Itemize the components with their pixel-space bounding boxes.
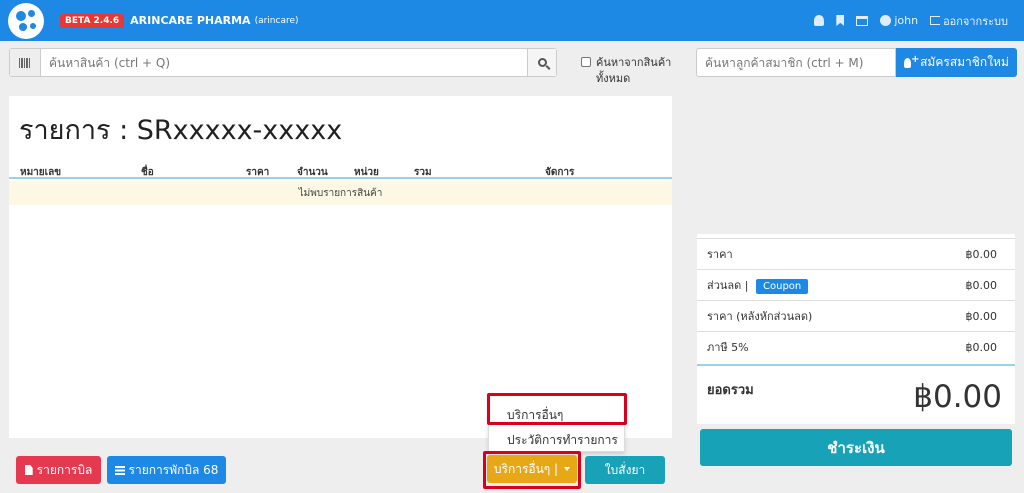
total-divider — [697, 364, 1015, 366]
user-menu[interactable]: john — [880, 14, 918, 27]
barcode-addon[interactable] — [10, 49, 41, 76]
prescription-label: ใบสั่งยา — [604, 462, 646, 477]
held-bills-label: รายการพักบิล 68 — [128, 462, 219, 477]
page-title: รายการ : SRxxxxx-xxxxx — [19, 115, 343, 146]
product-search-input[interactable] — [41, 49, 527, 76]
search-all-label: ค้นหาจากสินค้าทั้งหมด — [596, 56, 672, 85]
summary-value-net-price: ฿0.00 — [965, 309, 998, 323]
column-header-name: ชื่อ — [141, 167, 154, 178]
register-member-button[interactable]: สมัครสมาชิกใหม่ — [896, 48, 1017, 77]
column-header-total: รวม — [414, 167, 432, 178]
summary-label-vat: ภาษี 5% — [707, 341, 749, 354]
user-circle-icon — [880, 15, 892, 26]
search-button[interactable] — [527, 49, 556, 76]
grand-total-value: ฿0.00 — [913, 379, 1002, 415]
window-icon[interactable] — [856, 15, 869, 26]
logout-label: ออกจากระบบ — [943, 14, 1008, 28]
summary-label-net-price: ราคา (หลังหักส่วนลด) — [707, 310, 813, 323]
brand-name[interactable]: ARINCARE PHARMA — [130, 14, 250, 27]
empty-table-message: ไม่พบรายการสินค้า — [9, 181, 672, 205]
highlight-box-services-button — [483, 451, 581, 489]
bookmark-icon[interactable] — [836, 15, 845, 26]
summary-panel: ราคา ฿0.00 ส่วนลด | Coupon ฿0.00 ราคา (ห… — [697, 234, 1015, 424]
summary-row-vat: ภาษี 5% ฿0.00 — [697, 331, 1015, 362]
user-plus-icon — [904, 54, 919, 68]
pay-button[interactable]: ชำระเงิน — [700, 429, 1012, 466]
summary-row-price: ราคา ฿0.00 — [697, 238, 1015, 269]
summary-value-discount: ฿0.00 — [965, 278, 998, 292]
summary-row-discount: ส่วนลด | Coupon ฿0.00 — [697, 269, 1015, 300]
column-header-number: หมายเลข — [20, 167, 62, 178]
prescription-button[interactable]: ใบสั่งยา — [585, 456, 665, 484]
highlight-box-dropdown-item — [487, 393, 627, 425]
order-panel: รายการ : SRxxxxx-xxxxx หมายเลข ชื่อ ราคา… — [9, 96, 672, 438]
search-all-checkbox-row[interactable]: ค้นหาจากสินค้าทั้งหมด — [581, 55, 681, 87]
held-bills-button[interactable]: รายการพักบิล 68 — [107, 456, 226, 484]
logout-link[interactable]: ออกจากระบบ — [930, 12, 1008, 30]
summary-label-discount: ส่วนลด | — [707, 279, 749, 292]
summary-row-net-price: ราคา (หลังหักส่วนลด) ฿0.00 — [697, 300, 1015, 331]
summary-label-price: ราคา — [707, 248, 733, 261]
column-header-actions: จัดการ — [545, 167, 575, 178]
register-member-label: สมัครสมาชิกใหม่ — [920, 55, 1009, 69]
file-icon — [24, 465, 33, 475]
arincare-logo[interactable] — [8, 2, 44, 39]
summary-value-vat: ฿0.00 — [965, 340, 998, 354]
barcode-icon — [19, 57, 31, 68]
username: john — [894, 14, 919, 27]
product-search-group — [9, 48, 557, 77]
bill-list-button[interactable]: รายการบิล — [16, 456, 101, 484]
table-header: หมายเลข ชื่อ ราคา จำนวน หน่วย รวม จัดการ — [9, 163, 672, 179]
coupon-button[interactable]: Coupon — [756, 279, 809, 294]
pharmacist-icon[interactable] — [814, 15, 825, 26]
list-icon — [114, 465, 125, 475]
column-header-quantity: จำนวน — [297, 167, 328, 178]
search-icon — [537, 58, 547, 67]
top-navbar: BETA 2.4.6 ARINCARE PHARMA (arincare) jo… — [0, 0, 1024, 41]
summary-value-price: ฿0.00 — [965, 247, 998, 261]
column-header-unit: หน่วย — [354, 167, 379, 178]
search-all-checkbox[interactable] — [581, 57, 591, 67]
column-header-price: ราคา — [246, 167, 270, 178]
summary-label-discount-group: ส่วนลด | Coupon — [707, 276, 809, 294]
grand-total-label: ยอดรวม — [707, 383, 754, 398]
bill-list-label: รายการบิล — [36, 462, 93, 477]
logout-icon — [930, 16, 941, 25]
brand-subtitle: (arincare) — [254, 15, 299, 26]
version-badge: BETA 2.4.6 — [60, 13, 125, 28]
member-search-input[interactable] — [696, 48, 896, 77]
navbar-right: john ออกจากระบบ — [814, 0, 1008, 41]
dropdown-item-transaction-history[interactable]: ประวัติการทำรายการ — [507, 431, 618, 450]
